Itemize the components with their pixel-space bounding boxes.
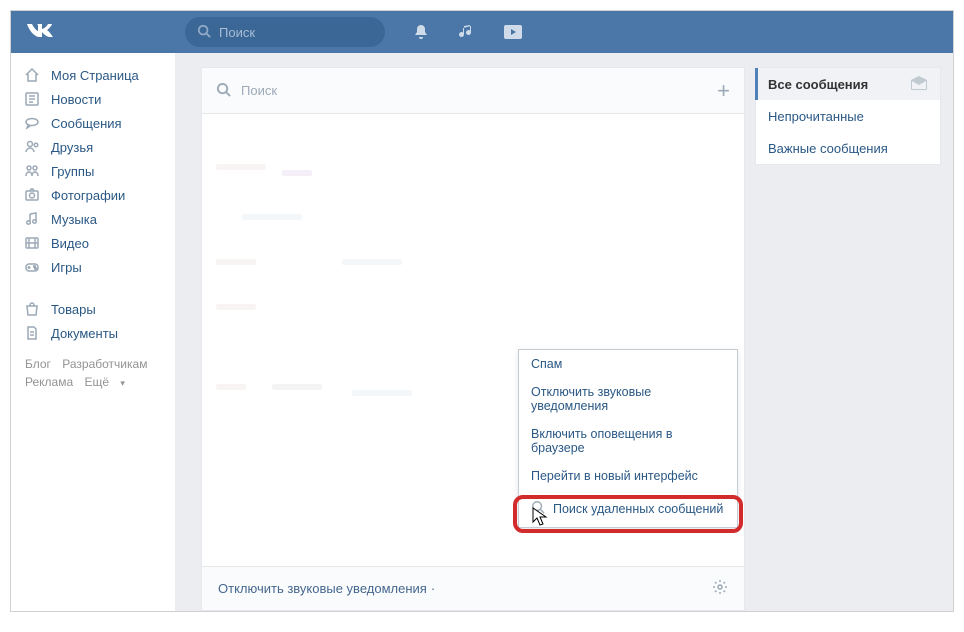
note-icon xyxy=(23,211,41,227)
popup-search-deleted[interactable]: Поиск удаленных сообщений xyxy=(519,490,737,527)
nav-label: Товары xyxy=(51,302,96,317)
messages-list: Спам Отключить звуковые уведомления Вклю… xyxy=(202,114,744,566)
footer-mute-link[interactable]: Отключить звуковые уведомления xyxy=(218,581,427,596)
nav-music[interactable]: Музыка xyxy=(17,207,175,231)
filter-label: Важные сообщения xyxy=(768,141,888,156)
mail-open-icon xyxy=(910,76,928,93)
popup-mute[interactable]: Отключить звуковые уведомления xyxy=(519,378,737,420)
messages-search-bar: Поиск + xyxy=(202,68,744,114)
home-icon xyxy=(23,67,41,83)
settings-popup: Спам Отключить звуковые уведомления Вклю… xyxy=(518,349,738,528)
nav-label: Новости xyxy=(51,92,101,107)
nav-news[interactable]: Новости xyxy=(17,87,175,111)
filter-label: Непрочитанные xyxy=(768,109,864,124)
new-message-button[interactable]: + xyxy=(717,78,730,104)
messages-search-placeholder[interactable]: Поиск xyxy=(241,83,277,98)
nav-label: Документы xyxy=(51,326,118,341)
nav-label: Видео xyxy=(51,236,89,251)
nav-my-page[interactable]: Моя Страница xyxy=(17,63,175,87)
groups-icon xyxy=(23,163,41,179)
doc-icon xyxy=(23,325,41,341)
right-column: Все сообщения Непрочитанные Важные сообщ… xyxy=(755,53,953,611)
nav-messages[interactable]: Сообщения xyxy=(17,111,175,135)
camera-icon xyxy=(23,187,41,203)
global-search[interactable]: Поиск xyxy=(185,17,385,47)
music-icon[interactable] xyxy=(457,22,477,42)
nav-groups[interactable]: Группы xyxy=(17,159,175,183)
news-icon xyxy=(23,91,41,107)
filter-label: Все сообщения xyxy=(768,77,868,92)
nav-friends[interactable]: Друзья xyxy=(17,135,175,159)
popup-spam[interactable]: Спам xyxy=(519,350,737,378)
nav-label: Игры xyxy=(51,260,82,275)
body-columns: Моя Страница Новости Сообщения Друзья Гр… xyxy=(11,53,953,611)
nav-video[interactable]: Видео xyxy=(17,231,175,255)
left-sidebar: Моя Страница Новости Сообщения Друзья Гр… xyxy=(11,53,175,611)
gamepad-icon xyxy=(23,259,41,275)
app-frame: Поиск Моя Страница Новости xyxy=(10,10,954,612)
popup-new-interface[interactable]: Перейти в новый интерфейс xyxy=(519,462,737,490)
nav-label: Музыка xyxy=(51,212,97,227)
footer-links: Блог Разработчикам Реклама Ещё ▾ xyxy=(17,345,175,402)
vk-logo[interactable] xyxy=(25,22,55,43)
nav-label: Друзья xyxy=(51,140,93,155)
messages-icon xyxy=(23,115,41,131)
global-search-placeholder: Поиск xyxy=(219,25,255,40)
nav-games[interactable]: Игры xyxy=(17,255,175,279)
footer-ads[interactable]: Реклама xyxy=(25,375,73,389)
search-icon xyxy=(197,24,211,41)
filter-unread[interactable]: Непрочитанные xyxy=(756,100,940,132)
header-icons xyxy=(411,22,523,42)
friends-icon xyxy=(23,139,41,155)
film-icon xyxy=(23,235,41,251)
message-filters: Все сообщения Непрочитанные Важные сообщ… xyxy=(755,67,941,165)
bell-icon[interactable] xyxy=(411,22,431,42)
filter-important[interactable]: Важные сообщения xyxy=(756,132,940,164)
messages-footer: Отключить звуковые уведомления · xyxy=(202,566,744,610)
nav-market[interactable]: Товары xyxy=(17,297,175,321)
nav-label: Фотографии xyxy=(51,188,125,203)
popup-label: Поиск удаленных сообщений xyxy=(553,502,723,516)
popup-browser-notify[interactable]: Включить оповещения в браузере xyxy=(519,420,737,462)
gear-icon[interactable] xyxy=(712,579,728,598)
footer-devs[interactable]: Разработчикам xyxy=(62,357,147,371)
nav-docs[interactable]: Документы xyxy=(17,321,175,345)
nav-label: Моя Страница xyxy=(51,68,139,83)
nav-label: Сообщения xyxy=(51,116,122,131)
messages-panel: Поиск + Спам Отключить звуковые уведомле… xyxy=(201,67,745,611)
nav-photos[interactable]: Фотографии xyxy=(17,183,175,207)
top-header: Поиск xyxy=(11,11,953,53)
nav-label: Группы xyxy=(51,164,94,179)
search-icon xyxy=(216,82,231,100)
footer-more[interactable]: Ещё ▾ xyxy=(84,375,132,389)
bag-icon xyxy=(23,301,41,317)
filter-all[interactable]: Все сообщения xyxy=(756,68,940,100)
footer-blog[interactable]: Блог xyxy=(25,357,51,371)
search-deleted-icon xyxy=(531,500,545,517)
video-play-icon[interactable] xyxy=(503,22,523,42)
